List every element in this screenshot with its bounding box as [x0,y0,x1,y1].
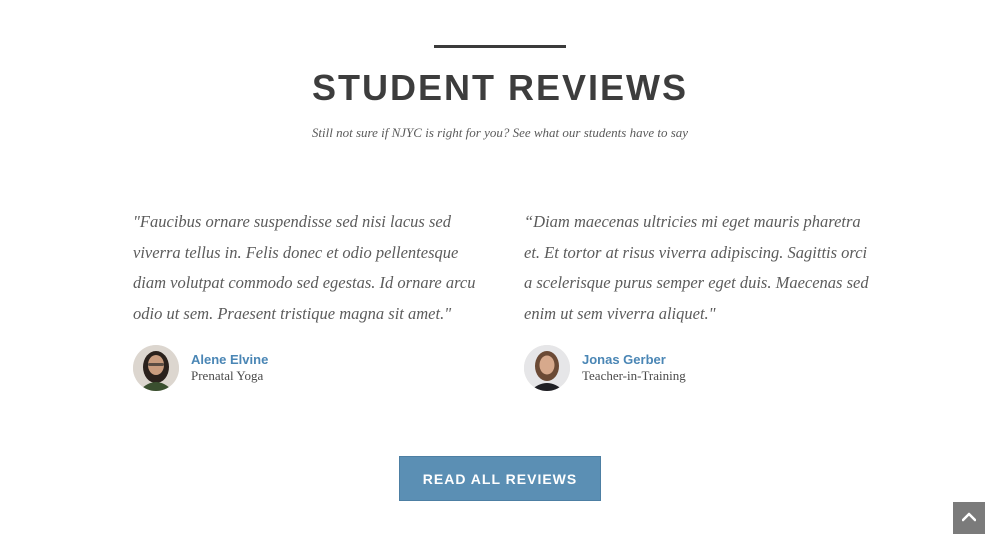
avatar [133,345,179,391]
author-name[interactable]: Jonas Gerber [582,352,686,368]
review-card: “Diam maecenas ultricies mi eget mauris … [524,207,874,391]
read-all-reviews-button[interactable]: READ ALL REVIEWS [399,456,601,501]
back-to-top-button[interactable] [953,502,985,534]
author-role: Teacher-in-Training [582,368,686,383]
avatar [524,345,570,391]
review-card: "Faucibus ornare suspendisse sed nisi la… [133,207,483,391]
author-name[interactable]: Alene Elvine [191,352,268,368]
review-quote: "Faucibus ornare suspendisse sed nisi la… [133,212,476,323]
section-title: STUDENT REVIEWS [311,67,689,108]
review-author: Alene Elvine Prenatal Yoga [133,345,268,391]
chevron-up-icon [961,509,977,527]
section-subtitle: Still not sure if NJYC is right for you?… [311,125,689,140]
review-author: Jonas Gerber Teacher-in-Training [524,345,686,391]
review-quote: “Diam maecenas ultricies mi eget mauris … [524,212,869,323]
author-role: Prenatal Yoga [191,368,264,383]
section-divider [434,45,566,48]
